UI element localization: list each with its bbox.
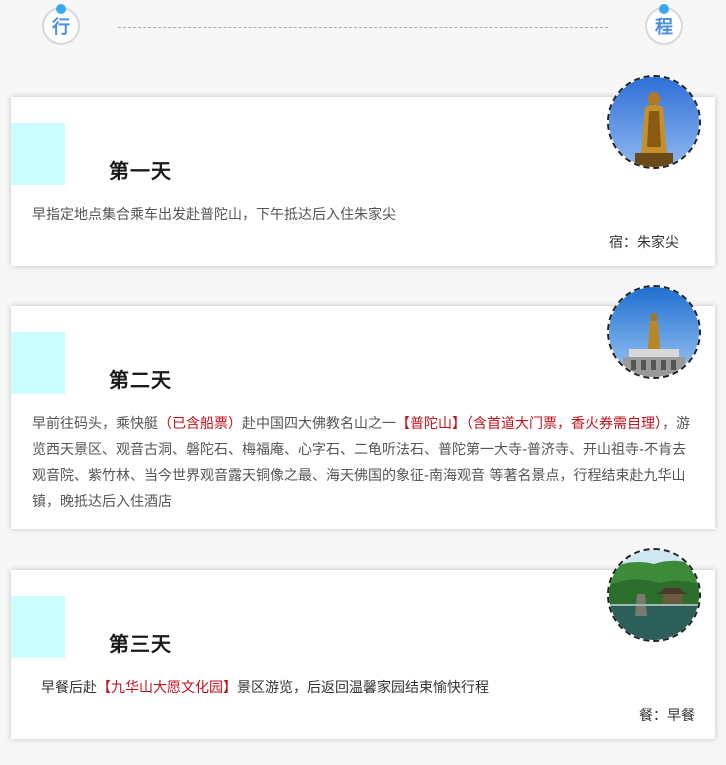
- day-title: 第三天: [109, 632, 172, 656]
- day-accent-block: [11, 596, 65, 658]
- itinerary-header: 行 程: [0, 0, 726, 55]
- guanyin-statue-photo-icon: [607, 285, 701, 379]
- day-accent-block: [11, 332, 65, 394]
- description-text: 景区游览，后返回温馨家园结束愉快行程: [237, 680, 489, 696]
- badge-dot-icon: [659, 4, 669, 14]
- day-description: 早前往码头，乘快艇（已含船票）赴中国四大佛教名山之一【普陀山】（含首道大门票，香…: [32, 411, 697, 515]
- itinerary-badge-right: 程: [645, 4, 683, 45]
- badge-left-label: 行: [52, 17, 70, 38]
- buddha-statue-photo-icon: [607, 75, 701, 169]
- pavilion-lake-photo-icon: [607, 548, 701, 642]
- day-description: 早指定地点集合乘车出发赴普陀山，下午抵达后入住朱家尖: [32, 202, 697, 228]
- day-title: 第一天: [109, 159, 172, 183]
- meal-note: 餐：早餐: [639, 708, 695, 724]
- badge-right-label: 程: [655, 17, 673, 38]
- description-text: 赴中国四大佛教名山之一: [242, 416, 396, 432]
- itinerary-badge-left: 行: [42, 4, 80, 45]
- day-title: 第二天: [109, 368, 172, 392]
- description-text: 早指定地点集合乘车出发赴普陀山，下午抵达后入住朱家尖: [32, 207, 396, 223]
- header-dashed-divider: [118, 27, 608, 28]
- day-description: 早餐后赴【九华山大愿文化园】景区游览，后返回温馨家园结束愉快行程: [41, 675, 697, 701]
- description-text: 早前往码头，乘快艇: [32, 416, 158, 432]
- lodging-note: 宿：朱家尖: [609, 235, 679, 251]
- description-text: 早餐后赴: [41, 680, 97, 696]
- day-accent-block: [11, 123, 65, 185]
- highlighted-text: （已含船票）: [158, 416, 242, 432]
- badge-dot-icon: [56, 4, 66, 14]
- highlighted-text: 【普陀山】（含首道大门票，香火券需自理）: [396, 416, 662, 432]
- highlighted-text: 【九华山大愿文化园】: [97, 680, 237, 696]
